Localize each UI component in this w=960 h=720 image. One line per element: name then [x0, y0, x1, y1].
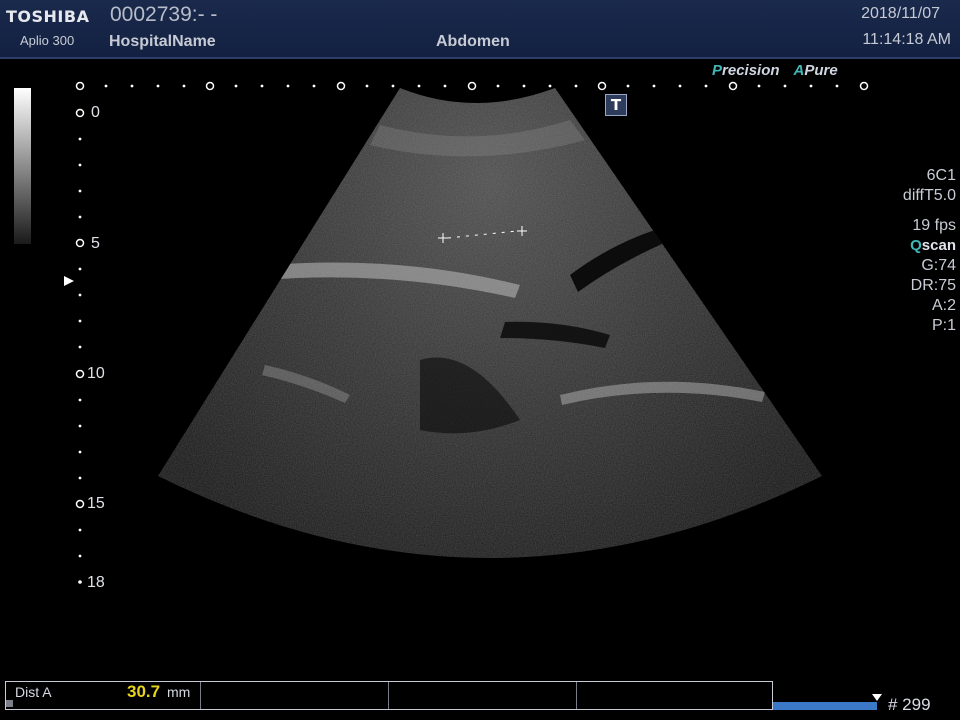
depth-label-18: 18 — [87, 574, 105, 591]
dynamic-range-label: DR:75 — [910, 277, 956, 294]
qscan-q: Q — [910, 237, 922, 254]
status-square — [6, 700, 13, 707]
depth-scale — [75, 108, 85, 584]
p-label: P:1 — [931, 317, 956, 334]
focus-marker[interactable] — [64, 276, 74, 286]
scan-sector — [158, 88, 822, 558]
measurement-panel: Dist A 30.7 mm — [5, 681, 773, 710]
a-label: A:2 — [931, 297, 956, 314]
cine-position-marker[interactable] — [872, 694, 882, 701]
depth-label-10: 10 — [87, 365, 105, 382]
measurement-name: Dist A — [15, 684, 52, 700]
fps-label: 19 fps — [912, 217, 956, 234]
measurement-cell-empty[interactable] — [201, 682, 389, 709]
depth-label-0: 0 — [91, 104, 100, 121]
measurement-unit: mm — [167, 684, 191, 700]
measurement-cell-empty[interactable] — [577, 682, 772, 709]
cine-progress-bar[interactable] — [773, 702, 877, 710]
lateral-scale — [75, 81, 869, 91]
measurement-cell-empty[interactable] — [389, 682, 577, 709]
probe-label: 6C1 — [926, 167, 956, 184]
qscan-label: Qscan — [846, 236, 956, 256]
frame-number: # 299 — [888, 695, 931, 714]
measurement-value: 30.7 — [127, 682, 161, 701]
measurement-cell-dist-a[interactable]: Dist A 30.7 mm — [6, 682, 202, 709]
gain-label: G:74 — [921, 257, 956, 274]
qscan-rest: scan — [921, 237, 956, 254]
ultrasound-image — [64, 81, 869, 584]
imaging-params: 6C1 diffT5.0 19 fps Qscan G:74 DR:75 A:2… — [846, 166, 956, 336]
depth-label-15: 15 — [87, 495, 105, 512]
text-annotation-button[interactable]: T — [605, 94, 627, 116]
mode-label: diffT5.0 — [902, 187, 956, 204]
depth-label-5: 5 — [91, 235, 100, 252]
